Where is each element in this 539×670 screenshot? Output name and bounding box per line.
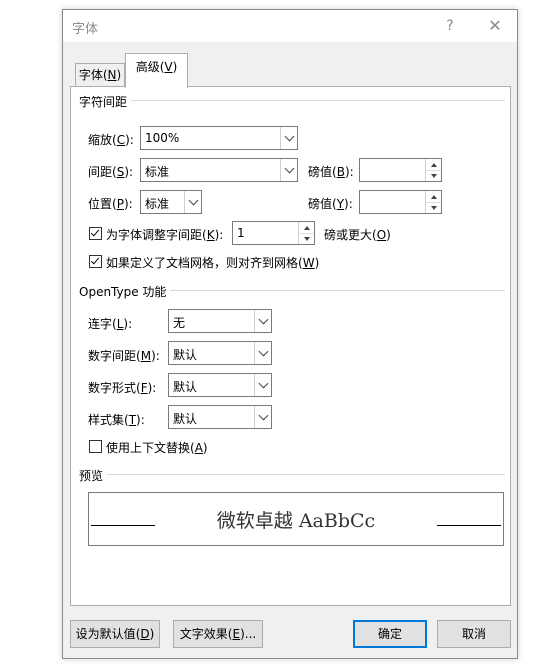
number-spacing-label-text: 数字间距	[88, 349, 137, 363]
stylistic-sets-label-key: T	[128, 413, 137, 427]
chevron-down-icon[interactable]	[280, 159, 297, 181]
text-effects-ellipsis: ...	[244, 627, 257, 641]
help-button[interactable]: ?	[436, 14, 464, 38]
chevron-down-icon[interactable]	[254, 342, 271, 364]
dialog-title: 字体	[72, 22, 99, 37]
group-label-opentype: OpenType 功能	[79, 283, 171, 300]
number-spacing-label-key: M	[140, 349, 152, 363]
group-divider-preview	[81, 474, 505, 475]
number-forms-label: 数字形式(F):	[88, 381, 157, 395]
kerning-suffix: 磅或更大(O)	[324, 228, 391, 242]
set-default-label: 设为默认值	[75, 627, 136, 641]
stylistic-sets-combobox[interactable]: 默认	[168, 405, 272, 429]
kerning-label: 为字体调整字间距(K):	[106, 228, 224, 242]
scale-label-key: C	[116, 133, 126, 147]
contextual-label-text: 使用上下文替换	[106, 441, 191, 455]
scale-label: 缩放(C):	[88, 133, 134, 147]
set-default-button[interactable]: 设为默认值(D)	[70, 620, 160, 648]
snap-grid-label: 如果定义了文档网格，则对齐到网格(W)	[106, 256, 320, 270]
snap-grid-checkbox[interactable]	[89, 255, 102, 268]
text-effects-button[interactable]: 文字效果(E)...	[173, 620, 263, 648]
number-forms-value: 默认	[173, 380, 198, 394]
ok-button[interactable]: 确定	[353, 620, 427, 648]
spacing-label: 间距(S):	[88, 165, 134, 179]
group-label-char-spacing: 字符间距	[79, 93, 132, 110]
tab-font-key: N	[107, 68, 117, 82]
spacing-label-text: 间距	[88, 165, 113, 179]
tab-advanced-label: 高级	[135, 60, 160, 74]
title-bar: 字体 ? ✕	[63, 10, 517, 42]
spacing-by-spinner[interactable]	[359, 158, 442, 182]
contextual-label-key: A	[194, 441, 203, 455]
cancel-button[interactable]: 取消	[437, 620, 511, 648]
ligatures-value: 无	[173, 316, 186, 330]
group-label-preview: 预览	[79, 467, 108, 484]
snap-grid-label-text: 如果定义了文档网格，则对齐到网格	[106, 256, 299, 270]
stylistic-sets-value: 默认	[173, 412, 198, 426]
kerning-suffix-text: 磅或更大	[324, 228, 373, 242]
tab-advanced[interactable]: 高级(V)	[125, 53, 188, 88]
position-by-label-key: Y	[336, 197, 345, 211]
spin-down-icon[interactable]	[299, 233, 314, 244]
kerning-checkbox[interactable]	[89, 227, 102, 240]
number-forms-label-text: 数字形式	[88, 381, 137, 395]
position-label-key: P	[116, 197, 124, 211]
text-effects-key: E	[232, 627, 241, 641]
ligatures-label-key: L	[116, 317, 124, 331]
preview-text: 微软卓越 AaBbCc	[216, 510, 376, 532]
group-divider-char-spacing	[81, 100, 505, 101]
scale-value: 100%	[145, 131, 180, 145]
number-forms-label-key: F	[140, 381, 148, 395]
spacing-by-label-key: B	[336, 165, 345, 179]
chevron-down-icon[interactable]	[254, 374, 271, 396]
chevron-down-icon[interactable]	[254, 310, 271, 332]
ligatures-label: 连字(L):	[88, 317, 133, 331]
scale-label-text: 缩放	[88, 133, 113, 147]
spacing-label-key: S	[116, 165, 125, 179]
set-default-key: D	[140, 627, 150, 641]
position-value: 标准	[145, 197, 170, 211]
text-effects-label: 文字效果	[179, 627, 228, 641]
spin-down-icon[interactable]	[426, 202, 441, 213]
spacing-combobox[interactable]: 标准	[140, 158, 298, 182]
chevron-down-icon[interactable]	[184, 191, 201, 213]
kerning-label-text: 为字体调整字间距	[106, 228, 203, 242]
snap-grid-label-key: W	[302, 256, 315, 270]
position-by-label: 磅值(Y):	[308, 197, 353, 211]
scale-combobox[interactable]: 100%	[140, 126, 298, 150]
close-icon[interactable]: ✕	[481, 14, 509, 38]
position-label: 位置(P):	[88, 197, 133, 211]
tab-font-label: 字体	[78, 68, 103, 82]
spacing-by-label: 磅值(B):	[308, 165, 354, 179]
stylistic-sets-label-text: 样式集	[88, 413, 125, 427]
kerning-suffix-key: O	[376, 228, 387, 242]
contextual-checkbox[interactable]	[89, 440, 102, 453]
kerning-spinner[interactable]: 1	[232, 221, 315, 245]
number-spacing-value: 默认	[173, 348, 198, 362]
position-by-label-text: 磅值	[308, 197, 333, 211]
spin-down-icon[interactable]	[426, 170, 441, 181]
kerning-label-key: K	[206, 228, 215, 242]
position-label-text: 位置	[88, 197, 113, 211]
preview-baseline-right	[437, 525, 501, 526]
ligatures-label-text: 连字	[88, 317, 113, 331]
contextual-label: 使用上下文替换(A)	[106, 441, 208, 455]
tab-font[interactable]: 字体(N)	[75, 63, 125, 87]
font-dialog: 字体 ? ✕ 字体(N) 高级(V) 字符间距 缩放(C): 100% 间距(S…	[62, 9, 518, 659]
ligatures-combobox[interactable]: 无	[168, 309, 272, 333]
tab-advanced-key: V	[164, 60, 173, 74]
preview-box: 微软卓越 AaBbCc	[88, 492, 504, 546]
position-by-spinner[interactable]	[359, 190, 442, 214]
number-spacing-combobox[interactable]: 默认	[168, 341, 272, 365]
position-combobox[interactable]: 标准	[140, 190, 202, 214]
chevron-down-icon[interactable]	[254, 406, 271, 428]
number-forms-combobox[interactable]: 默认	[168, 373, 272, 397]
kerning-value: 1	[237, 226, 245, 240]
spacing-value: 标准	[145, 165, 170, 179]
stylistic-sets-label: 样式集(T):	[88, 413, 145, 427]
chevron-down-icon[interactable]	[280, 127, 297, 149]
advanced-panel: 字符间距 缩放(C): 100% 间距(S): 标准 磅值(B): 位置(P):…	[70, 86, 511, 606]
number-spacing-label: 数字间距(M):	[88, 349, 160, 363]
spacing-by-label-text: 磅值	[308, 165, 333, 179]
